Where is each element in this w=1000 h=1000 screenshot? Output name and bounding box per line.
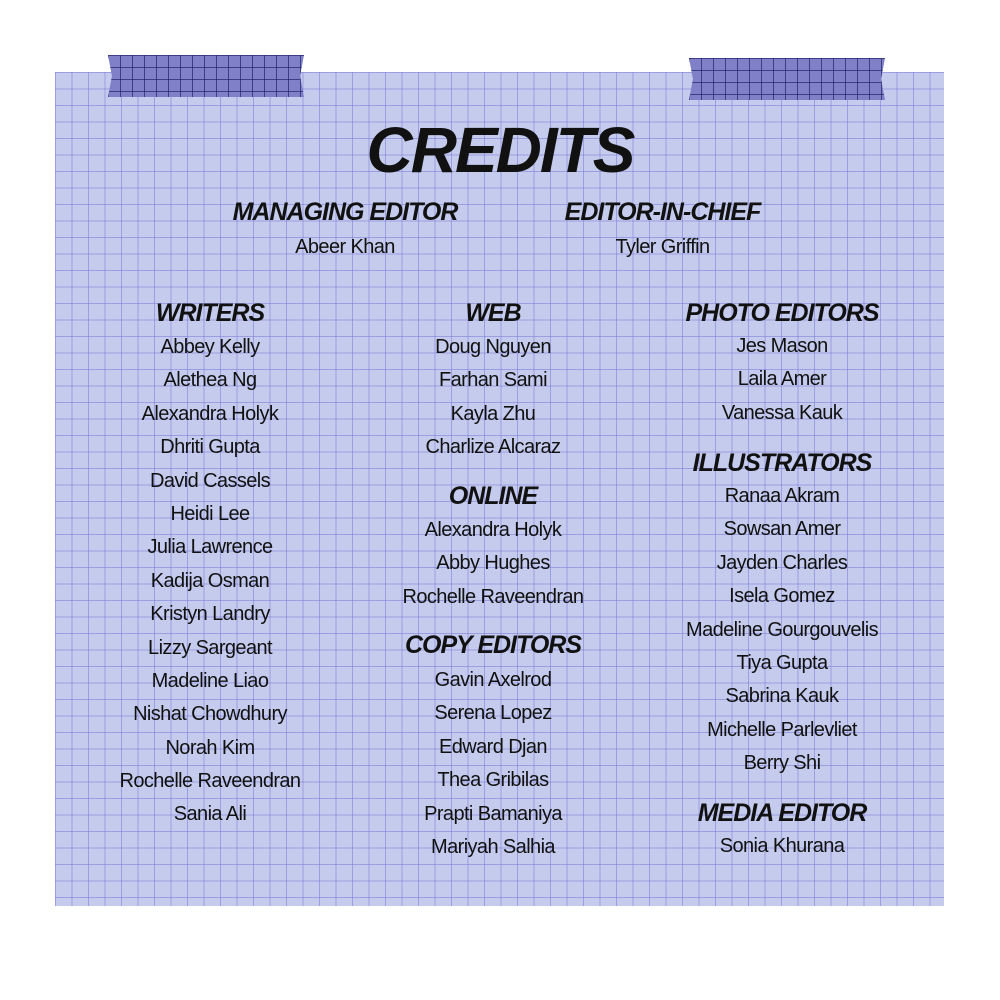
name-list-item: Rochelle Raveendran — [402, 585, 585, 608]
web-list: Doug Nguyen Farhan Sami Kayla Zhu Charlize … — [362, 331, 624, 465]
name-list-item: Rochelle Raveendran — [119, 770, 302, 793]
name-list-item: Abby Hughes — [436, 552, 550, 575]
name-list-item: Madeline Gourgouvelis — [686, 618, 879, 641]
name-list-item: Madeline Liao — [151, 669, 269, 692]
name-list-item: Dhriti Gupta — [160, 436, 260, 459]
page-title: CREDITS — [366, 114, 636, 186]
photo-editors-list: Jes Mason Laila Amer Vanessa Kauk — [652, 330, 912, 430]
name-list-item: Mariyah Salhia — [431, 835, 555, 858]
name-list-item: Serena Lopez — [434, 702, 552, 725]
editor-in-chief-list: Tyler Griffin — [520, 231, 805, 264]
name-list-item: Vanessa Kauk — [721, 401, 843, 424]
name-list-item: David Cassels — [149, 469, 271, 492]
name-list-item: Lizzy Sargeant — [148, 636, 273, 659]
name-list-item: Norah Kim — [165, 736, 255, 759]
name-list-item: Charlize Alcaraz — [425, 436, 562, 459]
name-list-item: Michelle Parlevliet — [707, 718, 857, 741]
writers-list: Abbey Kelly Alethea Ng Alexandra Holyk Dhri… — [80, 331, 340, 832]
name-list-item: Alexandra Holyk — [424, 519, 562, 541]
name-list-item: Kayla Zhu — [450, 402, 536, 425]
online-list: Alexandra Holyk Abby Hughes Rochelle Ravee… — [362, 514, 624, 614]
managing-editor-heading: MANAGING EDITOR — [232, 198, 459, 226]
illustrators-list: Ranaa Akram Sowsan Amer Jayden Charles Isel… — [652, 480, 912, 781]
name-list-item: Kadija Osman — [150, 569, 270, 592]
tape-strip-left — [108, 55, 304, 97]
name-list-item: Sania Ali — [173, 803, 247, 826]
name-list-item: Sowsan Amer — [723, 518, 841, 541]
name-list-item: Heidi Lee — [170, 502, 250, 525]
name-list-item: Edward Djan — [439, 735, 548, 758]
name-list-item: Doug Nguyen — [435, 336, 551, 358]
managing-editor-list: Abeer Khan — [200, 231, 490, 264]
name-list-item: Alexandra Holyk — [141, 402, 279, 425]
name-list-item: Jayden Charles — [716, 551, 848, 574]
name-list-item: Berry Shi — [743, 752, 821, 775]
name-list-item: Sonia Khurana — [719, 835, 845, 857]
copy-editors-list: Gavin Axelrod Serena Lopez Edward Djan Thea… — [362, 664, 624, 864]
name-list-item: Tiya Gupta — [736, 651, 828, 674]
tape-strip-right — [689, 58, 885, 100]
name-list-item: Ranaa Akram — [724, 485, 840, 507]
name-list-item: Abeer Khan — [295, 236, 395, 258]
online-heading: ONLINE — [448, 482, 538, 510]
photo-editors-heading: PHOTO EDITORS — [685, 299, 879, 327]
copy-editors-heading: COPY EDITORS — [404, 631, 582, 659]
name-list-item: Jes Mason — [736, 335, 828, 357]
media-editor-list: Sonia Khurana — [652, 830, 912, 863]
name-list-item: Kristyn Landry — [150, 603, 270, 626]
name-list-item: Nishat Chowdhury — [133, 703, 287, 726]
name-list-item: Isela Gomez — [729, 585, 835, 608]
writers-heading: WRITERS — [155, 299, 265, 327]
credits-canvas: CREDITS MANAGING EDITOR Abeer Khan EDITO… — [0, 0, 1000, 1000]
media-editor-heading: MEDIA EDITOR — [697, 799, 868, 827]
illustrators-heading: ILLUSTRATORS — [692, 449, 873, 477]
name-list-item: Tyler Griffin — [615, 236, 710, 258]
name-list-item: Thea Gribilas — [437, 769, 549, 792]
name-list-item: Julia Lawrence — [147, 536, 273, 559]
name-list-item: Farhan Sami — [439, 369, 548, 392]
name-list-item: Laila Amer — [737, 368, 827, 391]
name-list-item: Abbey Kelly — [160, 336, 260, 358]
name-list-item: Alethea Ng — [163, 369, 258, 392]
name-list-item: Gavin Axelrod — [434, 669, 552, 691]
name-list-item: Sabrina Kauk — [725, 685, 839, 708]
name-list-item: Prapti Bamaniya — [424, 802, 562, 825]
editor-in-chief-heading: EDITOR-IN-CHIEF — [564, 198, 762, 226]
web-heading: WEB — [465, 299, 521, 327]
